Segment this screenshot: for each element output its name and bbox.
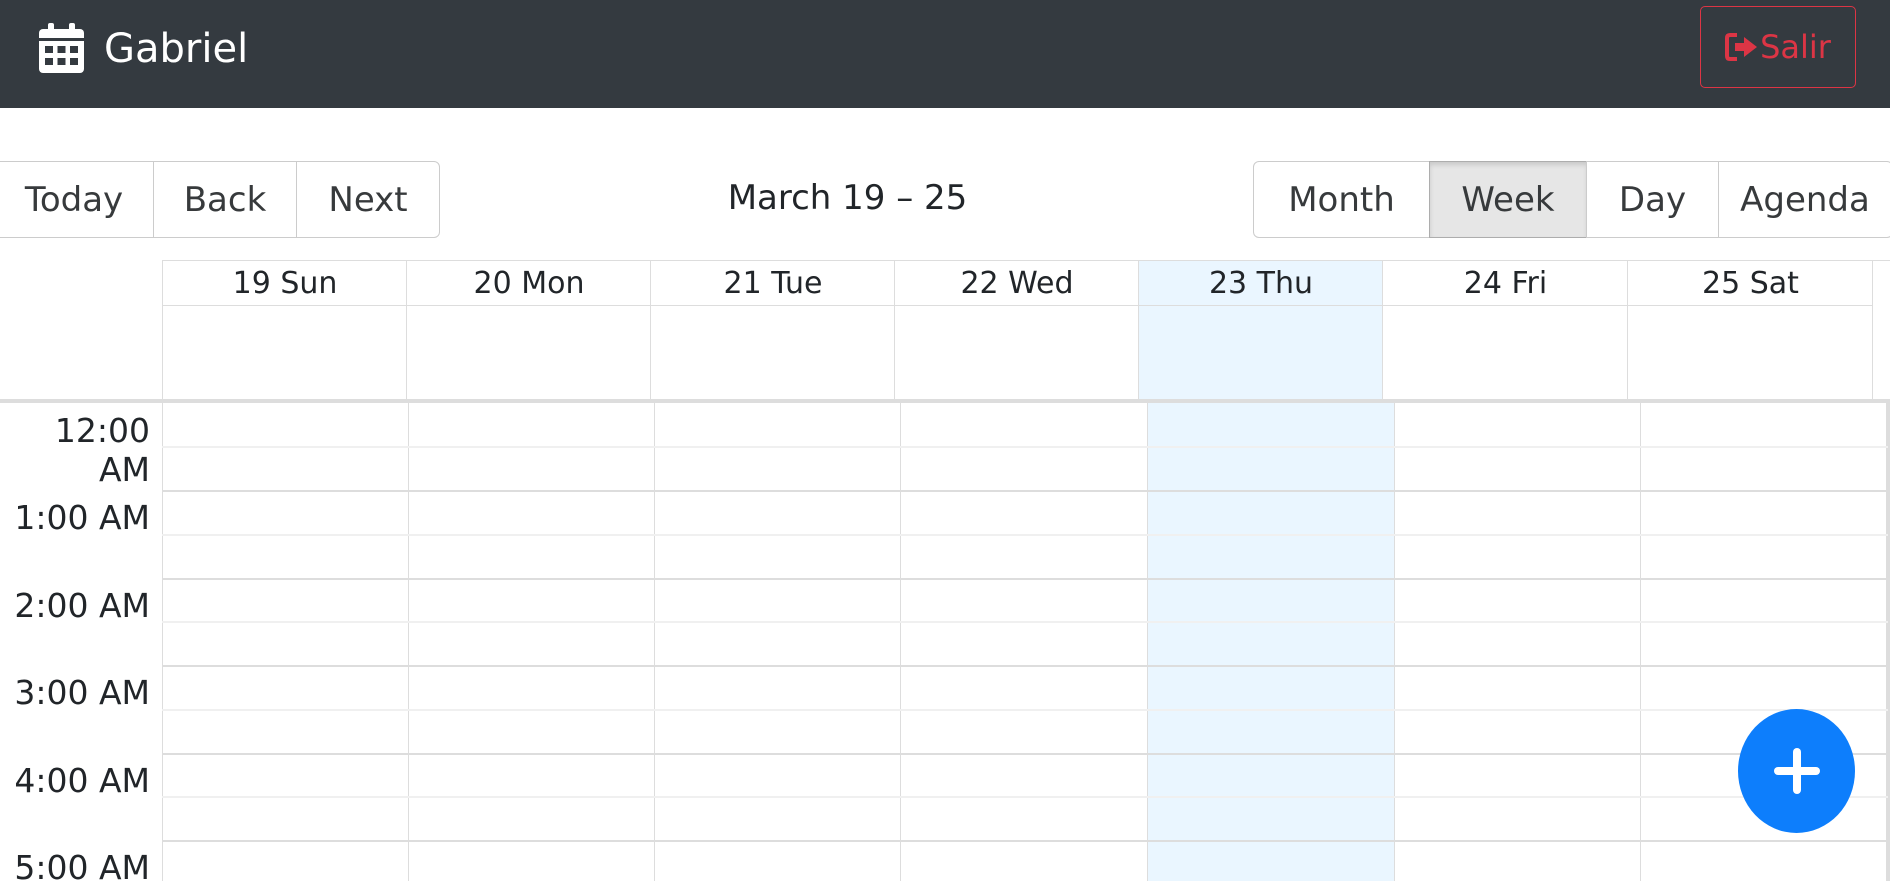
- day-column-sun[interactable]: [162, 403, 409, 881]
- day-column-wed[interactable]: [900, 403, 1148, 881]
- today-button[interactable]: Today: [0, 161, 154, 238]
- back-button[interactable]: Back: [152, 161, 298, 238]
- day-column-thu-today[interactable]: [1147, 403, 1395, 881]
- week-calendar: 19 Sun 20 Mon 21 Tue 22 Wed 23 Thu 24 Fr…: [0, 260, 1890, 881]
- view-month-button[interactable]: Month: [1253, 161, 1430, 238]
- hour-line: [162, 490, 1888, 492]
- view-agenda-button[interactable]: Agenda: [1717, 161, 1890, 238]
- day-column-mon[interactable]: [408, 403, 655, 881]
- half-hour-line: [162, 446, 1888, 448]
- date-range-label: March 19 – 25: [727, 178, 968, 218]
- half-hour-line: [162, 534, 1888, 536]
- day-header-mon: 20 Mon: [406, 260, 651, 401]
- hour-line: [162, 840, 1888, 842]
- day-column-fri[interactable]: [1394, 403, 1641, 881]
- day-header-sun: 19 Sun: [162, 260, 407, 401]
- half-hour-line: [162, 709, 1888, 711]
- time-label: 3:00 AM: [14, 673, 150, 712]
- day-header-label[interactable]: 20 Mon: [407, 261, 651, 306]
- navigation-button-group: Today Back Next: [0, 161, 440, 238]
- top-navbar: Gabriel Salir: [0, 0, 1890, 108]
- half-hour-line: [162, 796, 1888, 798]
- day-header-sat: 25 Sat: [1627, 260, 1873, 401]
- day-header-label[interactable]: 21 Tue: [651, 261, 895, 306]
- day-header-wed: 22 Wed: [894, 260, 1139, 401]
- time-label: 5:00 AM: [14, 848, 150, 881]
- day-header-row: 19 Sun 20 Mon 21 Tue 22 Wed 23 Thu 24 Fr…: [0, 260, 1890, 401]
- view-week-button[interactable]: Week: [1428, 161, 1588, 238]
- time-label: 1:00 AM: [14, 498, 150, 537]
- hour-line: [162, 753, 1888, 755]
- hour-line: [162, 578, 1888, 580]
- day-column-tue[interactable]: [654, 403, 901, 881]
- header-scroll-gutter: [1872, 260, 1890, 401]
- logout-label: Salir: [1760, 28, 1831, 66]
- view-day-button[interactable]: Day: [1586, 161, 1719, 238]
- day-header-label[interactable]: 22 Wed: [895, 261, 1139, 306]
- next-button[interactable]: Next: [296, 161, 440, 238]
- sign-out-icon: [1725, 33, 1758, 61]
- view-button-group: Month Week Day Agenda: [1253, 161, 1890, 238]
- day-header-tue: 21 Tue: [650, 260, 895, 401]
- day-header-label[interactable]: 25 Sat: [1628, 261, 1873, 306]
- half-hour-line: [162, 621, 1888, 623]
- grid-right-edge: [1886, 403, 1890, 881]
- day-header-fri: 24 Fri: [1382, 260, 1628, 401]
- day-header-label[interactable]: 24 Fri: [1383, 261, 1628, 306]
- time-label: 2:00 AM: [14, 586, 150, 625]
- day-header-label[interactable]: 19 Sun: [163, 261, 407, 306]
- calendar-icon: [39, 23, 84, 73]
- time-grid: 12:00 AM 1:00 AM 2:00 AM 3:00 AM 4:00 AM…: [0, 403, 1890, 881]
- user-name: Gabriel: [104, 26, 249, 72]
- day-header-label[interactable]: 23 Thu: [1139, 261, 1383, 306]
- time-label: 4:00 AM: [14, 761, 150, 800]
- plus-icon: [1773, 748, 1820, 794]
- logout-button[interactable]: Salir: [1700, 6, 1856, 88]
- time-label: 12:00 AM: [54, 411, 150, 489]
- day-header-thu-today: 23 Thu: [1138, 260, 1383, 401]
- add-event-button[interactable]: [1738, 709, 1855, 833]
- hour-line: [162, 665, 1888, 667]
